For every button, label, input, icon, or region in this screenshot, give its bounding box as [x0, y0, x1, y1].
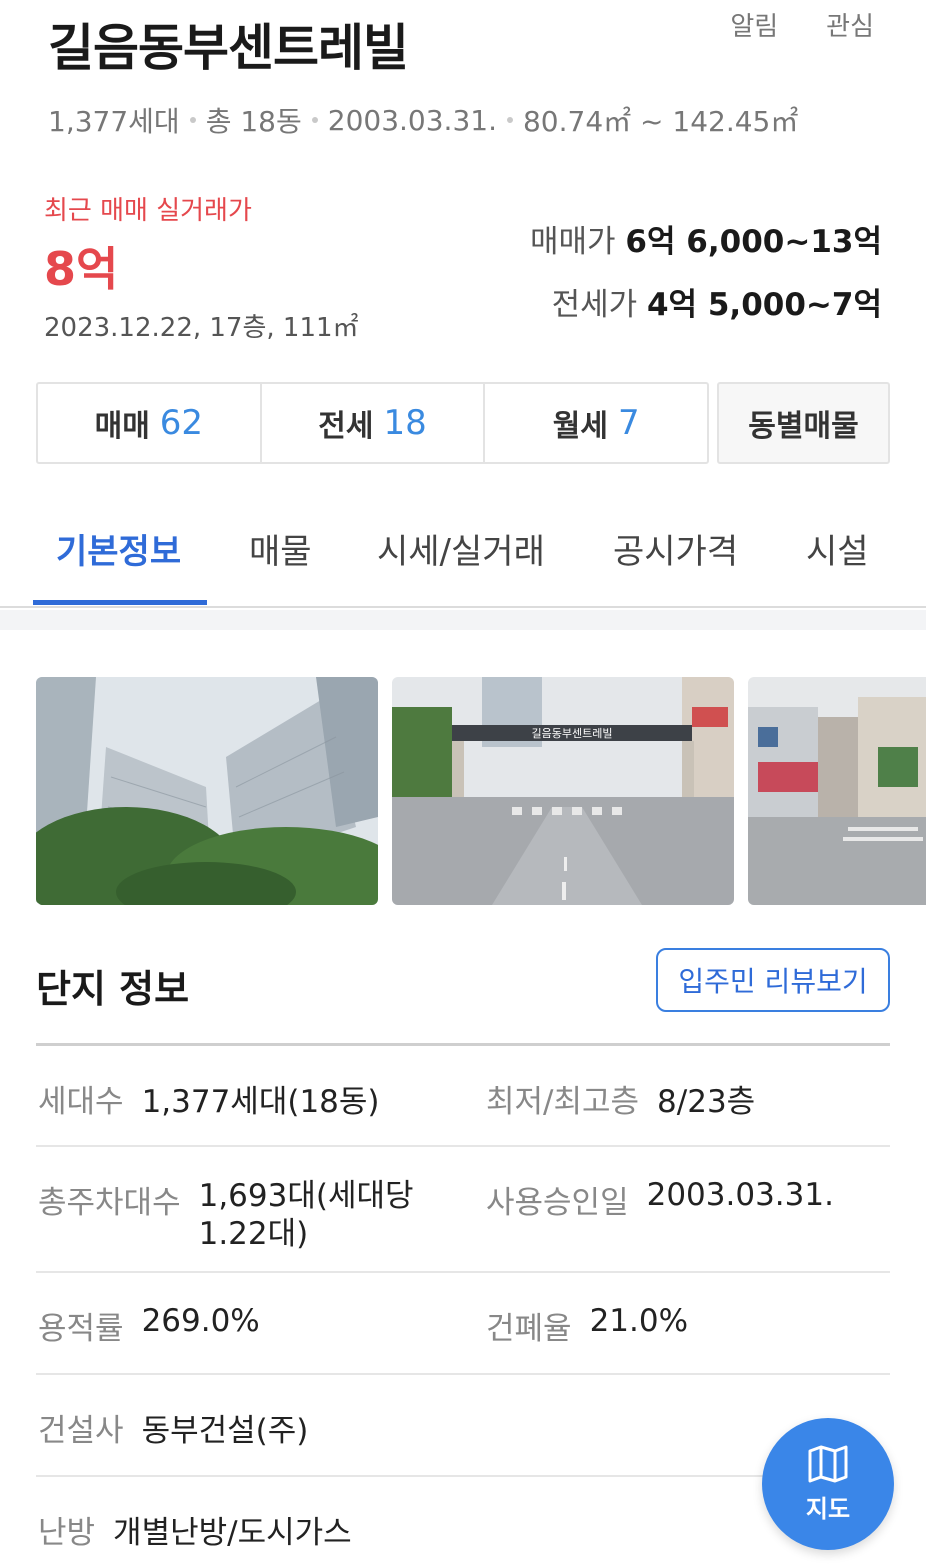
- complex-info-title: 단지 정보: [36, 967, 190, 1011]
- sale-price-range: 매매가 6억 6,000~13억: [530, 216, 882, 261]
- floors-label: 최저/최고층: [486, 1084, 640, 1120]
- parking-cell: 총주차대수 1,693대(세대당 1.22대): [38, 1177, 419, 1253]
- far-cell: 용적률 269.0%: [38, 1303, 260, 1348]
- top-actions: 알림 관심: [730, 6, 874, 43]
- builder-value: 동부건설(주): [141, 1413, 309, 1449]
- separator-dot: [189, 117, 196, 123]
- deal-tab-jeonse[interactable]: 전세 18: [262, 384, 486, 462]
- deal-tab-label: 월세: [552, 409, 608, 444]
- heating-cell: 난방 개별난방/도시가스: [38, 1507, 352, 1552]
- sale-price-value: 6억 6,000~13억: [625, 224, 882, 260]
- alert-button[interactable]: 알림: [730, 6, 778, 43]
- deal-tab-count: 7: [617, 403, 640, 443]
- deal-type-tabs: 매매 62 전세 18 월세 7 동별매물: [36, 382, 890, 464]
- complex-header: 길음동부센트레빌 알림 관심 1,377세대 총 18동 2003.03.31.…: [0, 0, 926, 160]
- summary-households: 1,377세대: [48, 105, 180, 138]
- bcr-value: 21.0%: [589, 1303, 689, 1339]
- approval-label: 사용승인일: [486, 1185, 629, 1221]
- favorite-button[interactable]: 관심: [826, 6, 874, 43]
- bcr-label: 건폐율: [486, 1311, 572, 1347]
- resident-review-button[interactable]: 입주민 리뷰보기: [656, 948, 890, 1012]
- jeonse-price-label: 전세가: [551, 287, 638, 323]
- recent-deal-label: 최근 매매 실거래가: [44, 196, 252, 226]
- info-row: 세대수 1,377세대(18동) 최저/최고층 8/23층: [36, 1043, 890, 1145]
- section-divider: [0, 610, 926, 630]
- deal-tab-monthly[interactable]: 월세 7: [485, 384, 707, 462]
- summary-buildings: 총 18동: [205, 105, 302, 138]
- tab-price-history[interactable]: 시세/실거래: [377, 524, 545, 573]
- complex-title: 길음동부센트레빌: [48, 19, 409, 77]
- main-tabs: 기본정보 매물 시세/실거래 공시가격 시설: [0, 496, 926, 608]
- deal-tab-label: 매매: [94, 409, 150, 444]
- summary-area-range: 80.74㎡ ~ 142.45㎡: [522, 105, 799, 138]
- map-icon: [808, 1445, 848, 1482]
- tab-facilities[interactable]: 시설: [806, 524, 869, 573]
- tab-listings[interactable]: 매물: [249, 524, 312, 573]
- parking-value: 1,693대(세대당 1.22대): [198, 1178, 414, 1252]
- sale-price-label: 매매가: [530, 224, 616, 260]
- parking-label: 총주차대수: [38, 1185, 181, 1221]
- info-row: 총주차대수 1,693대(세대당 1.22대) 사용승인일 2003.03.31…: [36, 1145, 890, 1271]
- photo-carousel[interactable]: 길음동부센트레빌: [36, 677, 926, 905]
- deal-tab-count: 18: [383, 403, 427, 443]
- separator-dot: [311, 117, 318, 123]
- summary-approval-date: 2003.03.31.: [327, 103, 497, 137]
- apartment-photo[interactable]: [36, 677, 378, 905]
- gate-sign-text: 길음동부센트레빌: [532, 727, 613, 740]
- recent-deal-meta: 2023.12.22, 17층, 111㎡: [44, 313, 359, 343]
- builder-cell: 건설사 동부건설(주): [38, 1405, 308, 1450]
- jeonse-price-value: 4억 5,000~7억: [646, 287, 882, 323]
- approval-value: 2003.03.31.: [646, 1177, 834, 1213]
- price-ranges: 매매가 6억 6,000~13억 전세가 4억 5,000~7억: [530, 216, 882, 342]
- map-button-label: 지도: [805, 1494, 851, 1523]
- deal-tab-sale[interactable]: 매매 62: [38, 384, 262, 462]
- heating-value: 개별난방/도시가스: [113, 1515, 352, 1551]
- active-tab-indicator: [33, 600, 207, 605]
- tab-official-price[interactable]: 공시가격: [613, 524, 738, 573]
- info-row: 건설사 동부건설(주): [36, 1373, 890, 1475]
- deal-tab-count: 62: [159, 403, 204, 443]
- tab-basic-info[interactable]: 기본정보: [56, 524, 181, 573]
- gate-photo[interactable]: 길음동부센트레빌: [392, 677, 734, 905]
- deal-by-dong-button[interactable]: 동별매물: [717, 382, 890, 464]
- deal-tab-label: 전세: [318, 409, 374, 444]
- separator-dot: [506, 117, 513, 123]
- households-value: 1,377세대(18동): [141, 1084, 380, 1120]
- builder-label: 건설사: [38, 1413, 124, 1449]
- households-cell: 세대수 1,377세대(18동): [38, 1076, 380, 1121]
- floors-value: 8/23층: [657, 1084, 756, 1120]
- approval-cell: 사용승인일 2003.03.31.: [486, 1177, 834, 1222]
- far-value: 269.0%: [141, 1303, 260, 1339]
- jeonse-price-range: 전세가 4억 5,000~7억: [530, 279, 882, 324]
- deal-type-group: 매매 62 전세 18 월세 7: [36, 382, 709, 464]
- complex-summary: 1,377세대 총 18동 2003.03.31. 80.74㎡ ~ 142.4…: [48, 100, 798, 140]
- heating-label: 난방: [38, 1515, 96, 1551]
- info-row: 용적률 269.0% 건폐율 21.0%: [36, 1271, 890, 1373]
- floors-cell: 최저/최고층 8/23층: [486, 1076, 755, 1121]
- far-label: 용적률: [38, 1311, 124, 1347]
- households-label: 세대수: [38, 1084, 124, 1120]
- recent-deal: 최근 매매 실거래가 8억 2023.12.22, 17층, 111㎡: [44, 190, 359, 344]
- street-photo[interactable]: [748, 677, 926, 905]
- map-button[interactable]: 지도: [762, 1418, 894, 1550]
- recent-deal-price: 8억: [44, 242, 119, 296]
- bcr-cell: 건폐율 21.0%: [486, 1303, 688, 1348]
